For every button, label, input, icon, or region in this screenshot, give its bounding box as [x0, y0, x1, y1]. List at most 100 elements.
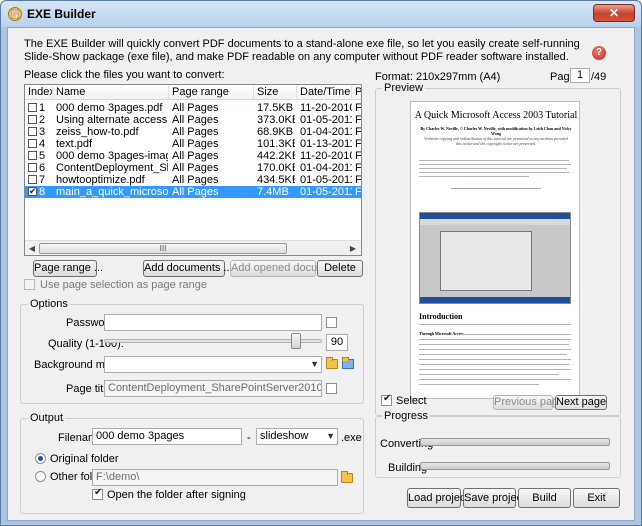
save-project-button[interactable]: Save project: [463, 488, 525, 508]
exit-button[interactable]: Exit: [573, 488, 620, 508]
page-number-field[interactable]: 1: [570, 68, 590, 83]
row-checkbox[interactable]: [28, 115, 37, 124]
image-toolbar: [420, 219, 570, 225]
cell-date: 11-20-2010: [300, 150, 352, 162]
password-checkbox[interactable]: [326, 317, 337, 328]
cell-date: 01-04-2011: [300, 162, 352, 174]
cell-range: All Pages: [172, 162, 219, 174]
select-checkbox[interactable]: [381, 393, 392, 406]
background-music-combo[interactable]: ▼: [104, 356, 322, 373]
cell-name: ContentDeployment_SharePoi...: [56, 162, 168, 174]
cell-name: 000 demo 3pages.pdf: [56, 102, 163, 114]
row-checkbox[interactable]: [28, 163, 37, 172]
row-checkbox[interactable]: [28, 139, 37, 148]
delete-button[interactable]: Delete: [317, 260, 363, 277]
cell-size: 101.3KB: [257, 138, 295, 150]
quality-slider-thumb[interactable]: [291, 333, 301, 349]
table-row[interactable]: 7 howtooptimize.pdf All Pages 434.5KB 01-05-…: [25, 174, 361, 186]
build-button[interactable]: Build: [518, 488, 571, 508]
table-row[interactable]: 8 main_a_quick_microsoft_acce... All Pages…: [25, 185, 361, 198]
col-index[interactable]: Index: [25, 86, 53, 100]
scroll-thumb[interactable]: III: [39, 243, 287, 254]
filename-field[interactable]: 000 demo 3pages: [92, 428, 242, 445]
open-music-folder-icon[interactable]: [326, 357, 338, 369]
close-button[interactable]: ✕: [593, 4, 635, 22]
table-row[interactable]: 2 Using alternate access mappin... All Pag…: [25, 114, 361, 126]
cell-range: All Pages: [172, 150, 219, 162]
add-documents-button[interactable]: Add documents ...: [143, 260, 233, 277]
table-row[interactable]: 3 zeiss_how-to.pdf All Pages 68.9KB 01-04-20…: [25, 126, 361, 138]
table-row[interactable]: 4 text.pdf All Pages 101.3KB 01-13-2011F:: [25, 138, 361, 150]
row-checkbox[interactable]: [28, 103, 37, 112]
col-path[interactable]: P: [352, 86, 361, 100]
row-checkbox[interactable]: [28, 127, 37, 136]
cell-name: main_a_quick_microsoft_acce...: [56, 186, 168, 198]
chevron-down-icon: ▼: [326, 431, 335, 441]
cell-range: All Pages: [172, 186, 219, 198]
page-title-field[interactable]: ContentDeployment_SharePointServer2010: [104, 380, 322, 397]
output-mode-value: slideshow: [260, 430, 309, 442]
next-page-button[interactable]: Next page: [555, 395, 607, 410]
text-line: [419, 172, 569, 173]
add-opened-documents-button[interactable]: Add opened documents: [230, 260, 347, 277]
output-mode-combo[interactable]: slideshow ▼: [256, 428, 338, 445]
file-table[interactable]: Index Name Page range Size Date/Time P 1…: [24, 84, 362, 256]
col-page-range[interactable]: Page range: [169, 86, 254, 100]
preview-group: A Quick Microsoft Access 2003 Tutorial B…: [375, 88, 621, 416]
cell-range: All Pages: [172, 126, 219, 138]
scroll-right-icon[interactable]: ▶: [347, 242, 359, 255]
previous-page-button[interactable]: Previous page: [493, 395, 564, 410]
row-checkbox[interactable]: [28, 151, 37, 160]
other-folder-field[interactable]: F:\demo\: [92, 469, 338, 486]
converting-progress-bar: [420, 438, 610, 446]
table-row[interactable]: 6 ContentDeployment_SharePoi... All Pages 1…: [25, 162, 361, 174]
cell-date: 01-04-2011: [300, 126, 352, 138]
text-line: [461, 334, 571, 335]
text-line: [419, 374, 559, 375]
quality-slider[interactable]: [104, 339, 322, 343]
title-bar[interactable]: EXE Builder ✕: [1, 1, 641, 27]
cell-index: 3: [39, 126, 46, 138]
col-datetime[interactable]: Date/Time: [297, 86, 352, 100]
building-progress-bar: [420, 462, 610, 470]
load-project-button[interactable]: Load project: [407, 488, 469, 508]
page-total: /49: [591, 71, 607, 83]
table-row[interactable]: 1 000 demo 3pages.pdf All Pages 17.5KB 11-20…: [25, 102, 361, 114]
other-folder-radio[interactable]: [35, 471, 46, 482]
col-size[interactable]: Size: [254, 86, 297, 100]
original-folder-radio[interactable]: [35, 453, 46, 464]
page-title-checkbox[interactable]: [326, 383, 337, 394]
cell-p: F:: [355, 138, 362, 150]
cell-range: All Pages: [172, 102, 219, 114]
preview-page[interactable]: A Quick Microsoft Access 2003 Tutorial B…: [410, 101, 580, 399]
exe-builder-icon: [8, 7, 22, 21]
help-icon[interactable]: ?: [592, 46, 606, 60]
cell-index: 5: [39, 150, 46, 162]
password-field[interactable]: [104, 314, 322, 331]
open-folder-checkbox[interactable]: [92, 487, 103, 500]
image-dialog: [440, 231, 532, 291]
chevron-down-icon: ▼: [310, 359, 319, 369]
col-name[interactable]: Name: [53, 86, 169, 100]
use-page-selection-checkbox[interactable]: [24, 279, 35, 290]
cell-p: F:: [355, 114, 362, 126]
page-range-button[interactable]: Page range ...: [33, 260, 103, 277]
cell-name: text.pdf: [56, 138, 93, 150]
window-title: EXE Builder: [27, 7, 96, 21]
horizontal-scrollbar[interactable]: ◀ III ▶: [25, 240, 361, 255]
cell-date: 01-13-2011: [300, 138, 352, 150]
scroll-left-icon[interactable]: ◀: [26, 242, 38, 255]
text-line: [419, 344, 569, 345]
open-folder-label: Open the folder after signing: [107, 489, 246, 501]
table-row[interactable]: 5 000 demo 3pages-images.pdf All Pages 442.…: [25, 150, 361, 162]
cell-size: 17.5KB: [257, 102, 294, 114]
quality-value[interactable]: 90: [326, 334, 348, 351]
text-line: [419, 339, 571, 340]
row-checkbox[interactable]: [28, 175, 37, 184]
text-line: [419, 176, 529, 177]
text-line: [419, 379, 571, 380]
row-checkbox[interactable]: [28, 185, 37, 197]
folder-icon[interactable]: [341, 471, 353, 483]
music-settings-icon[interactable]: [342, 357, 354, 369]
image-taskbar: [420, 297, 570, 303]
